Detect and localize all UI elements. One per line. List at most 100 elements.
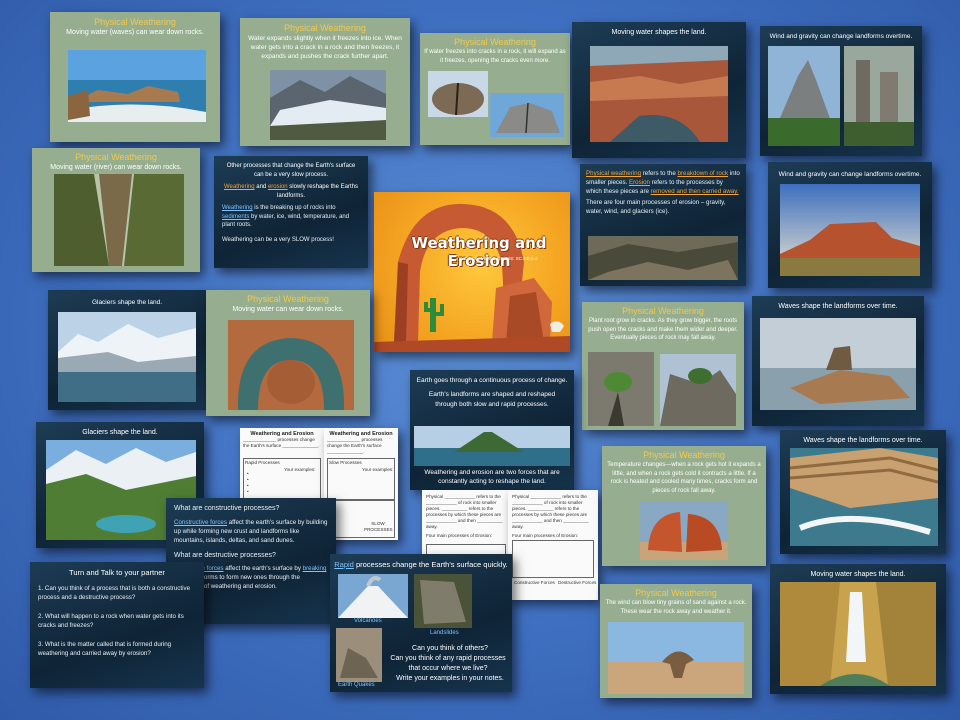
slide-frost-wedging[interactable]: Physical Weathering If water freezes int… (420, 33, 570, 145)
river-gorge-photo (54, 174, 184, 266)
slide-para-1: Earth goes through a continuous process … (416, 377, 568, 384)
slide-title: Glaciers shape the land. (91, 299, 163, 306)
volcano-photo (338, 574, 408, 618)
slide-body: If water freezes into cracks in a rock, … (424, 49, 566, 64)
slide-slow-processes[interactable]: Other processes that change the Earth's … (214, 156, 368, 268)
slide-para-3: Weathering and erosion are two forces th… (424, 469, 560, 485)
slide-waves-wear-rocks[interactable]: Physical Weathering Moving water (waves)… (50, 12, 220, 142)
slide-waves-driftwood[interactable]: Waves shape the landforms over time. (752, 296, 924, 426)
worksheet-table: Rapid Processes Your examples: • • • • (243, 458, 321, 500)
slide-title: Moving water shapes the land. (810, 571, 906, 578)
slide-title: Physical Weathering (94, 17, 176, 27)
slide-para-3: Weathering is the breaking up of rocks i… (222, 204, 360, 230)
slide-title: Turn and Talk to your partner (69, 568, 165, 577)
slide-question-1: Can you think of others? (412, 645, 488, 652)
slide-para-2: Earth's landforms are shaped and reshape… (428, 391, 556, 408)
slide-body: Moving water (waves) can wear down rocks… (66, 29, 204, 36)
slide-river-wears-rocks[interactable]: Physical Weathering Moving water (river)… (32, 148, 200, 272)
slide-question-1: What are constructive processes? (174, 505, 280, 512)
slide-para-1: Other processes that change the Earth's … (226, 163, 356, 178)
slide-title: Moving water shapes the land. (611, 29, 707, 36)
rock-arch-illustration (374, 203, 570, 352)
slide-moving-water-waterfall[interactable]: Moving water shapes the land. (770, 564, 946, 694)
term-removed: removed and then carried away. (650, 188, 739, 195)
rock-spire-photo (768, 46, 840, 146)
worksheet-prompt-2: Four main processes of Erosion: (512, 533, 579, 538)
term-rapid: Rapid (334, 560, 354, 569)
volcanic-island-photo (414, 426, 570, 466)
slide-body: Water expands slightly when it freezes i… (248, 35, 402, 60)
slide-para-4: Weathering can be a very SLOW process! (222, 236, 334, 243)
text-span: refers to the (641, 170, 678, 177)
slow-processes-box: SLOW PROCESSES (364, 521, 393, 532)
caption-landslides: Landslides (430, 630, 459, 636)
cover-slide[interactable]: Weathering and Erosion CCSS: 4-ESS2-1 NG… (374, 192, 570, 352)
mushroom-rock-photo (608, 622, 744, 694)
slide-plant-roots[interactable]: Physical Weathering Plant root grow in c… (582, 302, 744, 430)
coastal-rocks-photo (68, 50, 206, 122)
worksheet-prompt: Physical ____________ refers to the ____… (426, 494, 503, 529)
slide-title: Physical Weathering (284, 23, 366, 33)
horseshoe-bend-photo (228, 320, 354, 410)
slide-body: Temperature changes—when a rock gets hot… (607, 462, 761, 494)
slide-ice-expands[interactable]: Physical Weathering Water expands slight… (240, 18, 410, 146)
driftwood-shore-photo (760, 318, 916, 410)
worksheet-prompt: _____________ processes change the Earth… (327, 437, 383, 454)
caption-volcanoes: Volcanoes (354, 618, 382, 624)
plant-in-crack-photo (588, 352, 654, 426)
term-erosion: Erosion (628, 179, 650, 186)
worksheet-table: Slow Processes Your examples: (327, 458, 395, 500)
rocky-hillside-photo (588, 236, 738, 280)
slide-rapid-processes[interactable]: Rapid processes change the Earth's surfa… (330, 554, 512, 692)
split-boulder-photo (640, 502, 728, 560)
slide-waves-rock-layers[interactable]: Waves shape the landforms over time. (780, 430, 946, 554)
slide-title: Physical Weathering (635, 588, 717, 598)
slide-turn-and-talk[interactable]: Turn and Talk to your partner 1. Can you… (30, 562, 204, 688)
rock-pillars-photo (844, 46, 914, 146)
examples-label: Your examples: (284, 467, 316, 472)
worksheet-prompt-2: Four main processes of Erosion: (426, 533, 493, 538)
slide-question-2: What are destructive processes? (174, 551, 276, 559)
examples-label: Your examples: (362, 467, 394, 472)
slide-question-2: 2. What will happen to a rock when water… (38, 613, 184, 629)
slide-glaciers-1[interactable]: Glaciers shape the land. (48, 290, 206, 410)
slide-temperature-changes[interactable]: Physical Weathering Temperature changes—… (602, 446, 766, 566)
slide-question-3: Write your examples in your notes. (396, 675, 504, 682)
slide-moving-water-canyon[interactable]: Moving water shapes the land. (572, 22, 746, 158)
tree-on-cliff-photo (660, 354, 736, 426)
text-span: slowly reshape the Earths landforms. (276, 184, 358, 199)
term-constructive-forces: Constructive forces (174, 518, 227, 526)
slide-body: Moving water (river) can wear down rocks… (50, 164, 182, 171)
text-span: processes change the Earth's surface qui… (353, 560, 508, 569)
red-mesa-photo (780, 184, 920, 276)
cover-title: Weathering and Erosion (411, 234, 547, 270)
slide-physical-weathering-definition[interactable]: Physical weathering refers to the breakd… (580, 164, 746, 286)
slide-wind-gravity-mesa[interactable]: Wind and gravity can change landforms ov… (768, 162, 932, 288)
slide-continuous-change[interactable]: Earth goes through a continuous process … (410, 370, 574, 490)
slide-title: Physical Weathering (622, 306, 704, 316)
earthquake-damage-photo (336, 628, 382, 682)
slide-horseshoe-bend[interactable]: Physical Weathering Moving water can wea… (206, 290, 370, 416)
bullet: • (247, 489, 249, 494)
glacier-valley-photo (270, 70, 386, 140)
text-span: and (254, 184, 268, 190)
slide-body: The wind can blow tiny grains of sand ag… (605, 600, 747, 615)
slide-title: Physical Weathering (75, 152, 157, 162)
worksheet-prompt: _____________ processes change the Earth… (243, 437, 320, 448)
slide-title: Wind and gravity can change landforms ov… (778, 171, 922, 178)
cracked-boulder-photo (428, 71, 488, 117)
slide-title: Waves shape the landforms over time. (778, 303, 898, 310)
slide-title: Glaciers shape the land. (82, 429, 158, 436)
slide-body: Moving water can wear down rocks. (232, 306, 344, 313)
slide-question-2: Can you think of any rapid processes tha… (390, 655, 506, 672)
glacier-bay-photo (58, 312, 196, 402)
term-sediments: sediments (222, 213, 250, 220)
cover-subtitle: CCSS: 4-ESS2-1 NGSS: SC.4.E.6.4 (464, 256, 538, 261)
slide-wind-gravity-peaks[interactable]: Wind and gravity can change landforms ov… (760, 26, 922, 156)
worksheet-erosion-notes-2[interactable]: Physical ____________ refers to the ____… (508, 490, 598, 600)
slide-question-1: 1. Can you think of a process that is bo… (38, 585, 191, 601)
column-header: Slow Processes (329, 460, 362, 465)
worksheet-table (512, 540, 594, 578)
slide-question-3: 3. What is the matter called that is for… (38, 641, 172, 657)
slide-wind-sand[interactable]: Physical Weathering The wind can blow ti… (600, 584, 752, 698)
